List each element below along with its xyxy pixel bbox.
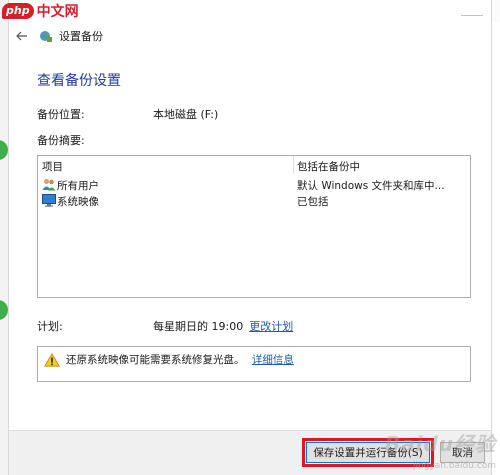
users-icon <box>42 179 56 191</box>
backup-location-value: 本地磁盘 (F:) <box>153 108 219 121</box>
row-name: 所有用户 <box>57 180 99 192</box>
green-edge-marker <box>0 140 8 160</box>
green-edge-marker <box>0 300 8 320</box>
column-header-item[interactable]: 项目 <box>42 159 63 174</box>
list-header: 项目 包括在备份中 <box>38 156 470 173</box>
backup-summary-list[interactable]: 项目 包括在备份中 所有用户 默认 Windows 文件夹和库中... 系统映像… <box>37 155 471 298</box>
list-item[interactable]: 系统映像 已包括 <box>38 193 470 209</box>
logo-badge: php <box>2 3 34 19</box>
row-status: 默认 Windows 文件夹和库中... <box>297 180 445 192</box>
cancel-button[interactable]: 取消 <box>440 442 485 463</box>
navigation-bar: 设置备份 <box>9 26 491 46</box>
change-schedule-link[interactable]: 更改计划 <box>249 318 293 334</box>
screenshot-left-edge <box>0 0 8 475</box>
backup-location-row: 备份位置: 本地磁盘 (F:) <box>37 106 218 122</box>
window-controls <box>461 6 483 16</box>
schedule-label: 计划: <box>37 320 63 333</box>
warning-text: 还原系统映像可能需要系统修复光盘。 <box>66 354 245 366</box>
warning-box: 还原系统映像可能需要系统修复光盘。 详细信息 <box>37 346 471 382</box>
save-and-run-backup-button[interactable]: 保存设置并运行备份(S) <box>302 438 434 467</box>
logo-name: 中文网 <box>36 4 79 20</box>
row-name: 系统映像 <box>57 196 99 208</box>
row-status: 已包括 <box>297 196 329 208</box>
nav-title: 设置备份 <box>59 30 103 43</box>
dialog-footer: 保存设置并运行备份(S) 取消 <box>9 430 491 475</box>
backup-app-icon <box>40 31 52 42</box>
schedule-row: 计划: 每星期日的 19:00 更改计划 <box>37 318 293 334</box>
summary-row: 备份摘要: <box>37 132 153 148</box>
site-logo: php 中文网 <box>2 0 79 22</box>
warning-text-row: 还原系统映像可能需要系统修复光盘。 详细信息 <box>66 352 294 367</box>
summary-label: 备份摘要: <box>37 134 85 147</box>
details-link[interactable]: 详细信息 <box>252 354 294 366</box>
schedule-value: 每星期日的 19:00 <box>153 320 244 333</box>
column-divider[interactable] <box>293 156 294 173</box>
window-control-line[interactable] <box>461 6 483 16</box>
back-arrow-icon <box>16 31 27 41</box>
backup-settings-window: 设置备份 查看备份设置 备份位置: 本地磁盘 (F:) 备份摘要: 项目 包括在… <box>8 0 492 475</box>
page-title: 查看备份设置 <box>37 73 121 89</box>
list-item[interactable]: 所有用户 默认 Windows 文件夹和库中... <box>38 177 470 193</box>
warning-icon <box>44 353 60 367</box>
column-header-included[interactable]: 包括在备份中 <box>297 159 360 174</box>
backup-location-label: 备份位置: <box>37 108 85 121</box>
back-button[interactable] <box>11 26 33 46</box>
monitor-icon <box>42 194 56 207</box>
